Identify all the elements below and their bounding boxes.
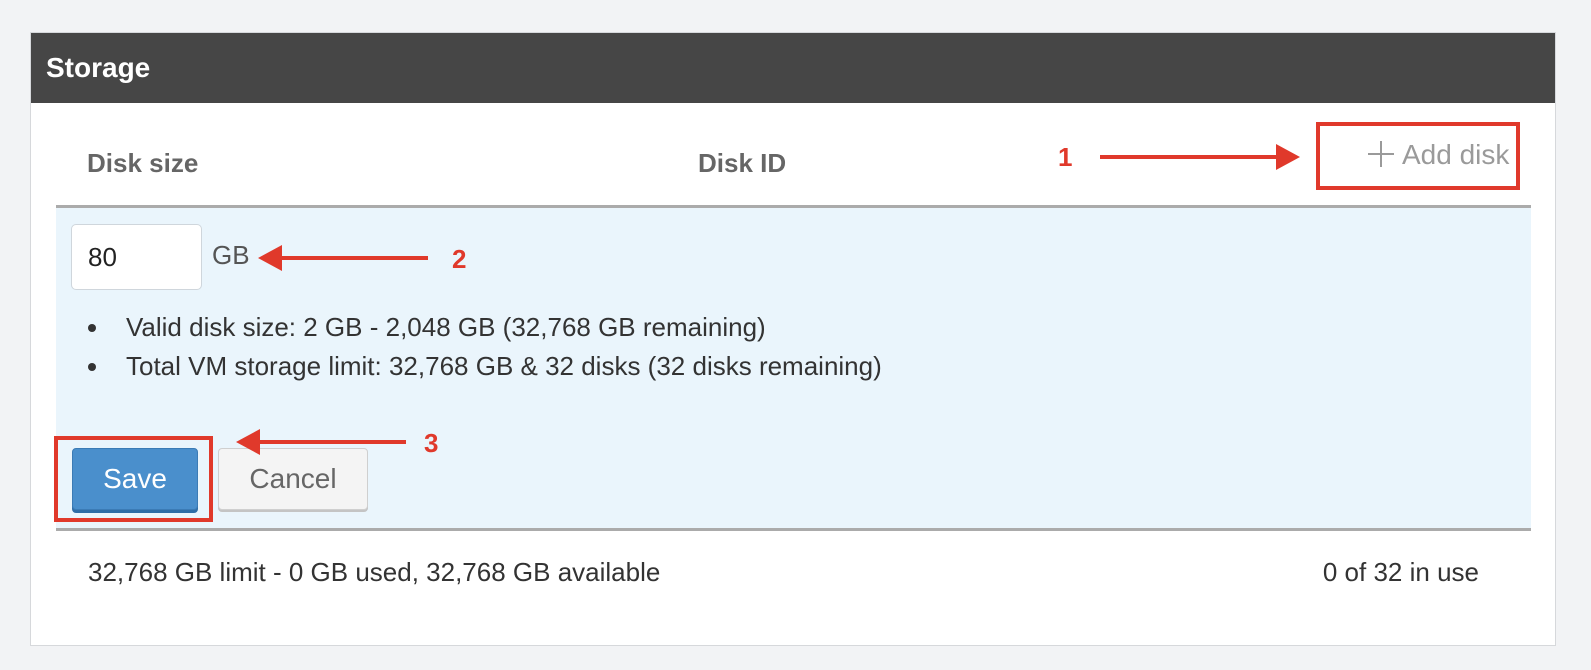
- save-button[interactable]: Save: [72, 448, 198, 510]
- annotation-number-3: 3: [424, 428, 439, 458]
- annotation-arrow-2: [258, 245, 428, 271]
- annotation-arrow-1: [1100, 144, 1300, 170]
- add-disk-label: Add disk: [1402, 139, 1510, 170]
- annotation-number-2: 2: [452, 244, 467, 274]
- column-header-disk-size: Disk size: [87, 148, 199, 178]
- disks-in-use-count: 0 of 32 in use: [1322, 557, 1479, 587]
- cancel-button[interactable]: Cancel: [218, 448, 368, 510]
- storage-usage-summary: 32,768 GB limit - 0 GB used, 32,768 GB a…: [88, 557, 661, 587]
- annotation-number-1: 1: [1058, 142, 1073, 172]
- disk-size-input[interactable]: [71, 224, 202, 290]
- disk-size-notes: Valid disk size: 2 GB - 2,048 GB (32,768…: [88, 308, 882, 386]
- add-disk-button[interactable]: Add disk: [1340, 124, 1534, 186]
- column-header-disk-id: Disk ID: [698, 148, 787, 178]
- note-valid-size: Valid disk size: 2 GB - 2,048 GB (32,768…: [88, 308, 882, 347]
- disk-size-unit: GB: [212, 240, 250, 270]
- annotation-arrow-3: [236, 429, 406, 455]
- note-storage-limit: Total VM storage limit: 32,768 GB & 32 d…: [88, 347, 882, 386]
- panel-title: Storage: [31, 33, 1555, 103]
- plus-icon: [1368, 141, 1394, 167]
